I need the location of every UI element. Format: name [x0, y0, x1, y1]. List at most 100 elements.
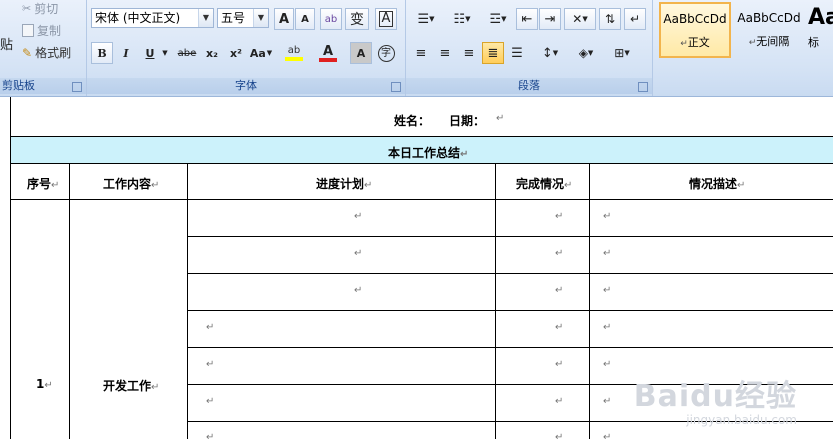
name-label: 姓名： [394, 114, 431, 128]
character-border-button[interactable]: A [375, 8, 397, 30]
cell-mark[interactable]: ↵ [555, 359, 563, 370]
decrease-indent-button[interactable]: ⇤ [516, 8, 538, 30]
cell-mark[interactable]: ↵ [206, 322, 214, 333]
align-right-icon: ≡ [463, 45, 475, 61]
line-spacing-icon: ↕ [541, 45, 553, 61]
chevron-down-icon[interactable]: ▼ [198, 9, 213, 27]
cell-mark[interactable]: ↵ [206, 396, 214, 407]
grow-font-button[interactable]: A [274, 8, 294, 30]
format-painter-label: 格式刷 [35, 46, 72, 60]
baidu-watermark: Baidu经验 jingyan.baidu.com [634, 371, 797, 427]
font-group: 宋体 (中文正文) ▼ 五号 ▼ A A ab 变 A B I U ▼ abe … [87, 0, 406, 96]
cell-mark[interactable]: ↵ [555, 322, 563, 333]
cell-mark[interactable]: ↵ [603, 432, 611, 439]
header-description: 情况描述↵ [689, 177, 746, 191]
document-page[interactable]: 姓名： 日期： ↵ 本日工作总结↵ 序号↵ 工作内容↵ 进度计划↵ 完成情况↵ … [0, 97, 833, 439]
paste-button[interactable]: 贴 [0, 34, 13, 53]
cell-mark[interactable]: ↵ [354, 248, 362, 259]
style-sample: AaBbCcDd [737, 11, 801, 25]
underline-button[interactable]: U [139, 42, 161, 64]
sort-icon: ⇅ [604, 12, 616, 26]
format-painter-button[interactable]: ✎ 格式刷 [22, 44, 71, 61]
table-border [187, 236, 833, 237]
shrink-font-button[interactable]: A [295, 8, 315, 30]
table-border [69, 163, 70, 439]
character-shading-button[interactable]: A [350, 42, 372, 64]
paragraph-dialog-launcher[interactable] [638, 82, 648, 92]
enclose-characters-button[interactable]: 字 [375, 42, 397, 64]
cell-mark[interactable]: ↵ [206, 359, 214, 370]
font-size-combo[interactable]: 五号 ▼ [217, 8, 269, 28]
shading-button[interactable]: ◈ ▼ [570, 42, 602, 64]
font-color-button[interactable]: A [313, 42, 343, 64]
style-name: ↵正文 [680, 36, 710, 49]
style-normal[interactable]: AaBbCcDd ↵正文 [659, 2, 731, 58]
table-border [10, 163, 833, 164]
chinese-layout-button[interactable]: ✕ ▼ [564, 8, 596, 30]
bold-button[interactable]: B [91, 42, 113, 64]
show-marks-button[interactable]: ↵ [624, 8, 646, 30]
cell-mark[interactable]: ↵ [603, 359, 611, 370]
copy-label: 复制 [37, 24, 62, 38]
multilevel-list-button[interactable]: ☲ ▼ [482, 8, 514, 30]
cell-mark[interactable]: ↵ [555, 285, 563, 296]
numbering-button[interactable]: ☷ ▼ [446, 8, 478, 30]
superscript-button[interactable]: x² [225, 42, 247, 64]
paint-bucket-icon: ◈ [578, 46, 588, 60]
borders-button[interactable]: ⊞ ▼ [606, 42, 638, 64]
cut-button[interactable]: ✂ 剪切 [22, 0, 58, 17]
sort-button[interactable]: ⇅ [599, 8, 621, 30]
cell-mark[interactable]: ↵ [603, 248, 611, 259]
bullets-button[interactable]: ☰ ▼ [410, 8, 442, 30]
pilcrow-icon: ↵ [629, 12, 641, 26]
watermark-url: jingyan.baidu.com [686, 413, 797, 427]
align-center-icon: ≡ [439, 45, 451, 61]
style-name: 标 [808, 36, 819, 49]
font-dialog-launcher[interactable] [391, 82, 401, 92]
table-border [10, 199, 833, 200]
underline-dropdown[interactable]: ▼ [160, 42, 170, 64]
cell-mark[interactable]: ↵ [555, 396, 563, 407]
cell-mark[interactable]: ↵ [354, 285, 362, 296]
ribbon: 贴 ✂ 剪切 复制 ✎ 格式刷 剪贴板 宋体 (中文正文) ▼ 五号 ▼ A A… [0, 0, 833, 97]
font-name-combo[interactable]: 宋体 (中文正文) ▼ [91, 8, 214, 28]
cell-mark[interactable]: ↵ [555, 211, 563, 222]
cell-mark[interactable]: ↵ [603, 285, 611, 296]
justify-button[interactable]: ≣ [482, 42, 504, 64]
line-spacing-button[interactable]: ↕ ▼ [534, 42, 566, 64]
cell-mark[interactable]: ↵ [206, 432, 214, 439]
cell-mark[interactable]: ↵ [603, 211, 611, 222]
font-color-bar [319, 57, 337, 62]
style-no-spacing[interactable]: AaBbCcDd ↵无间隔 [733, 2, 805, 58]
header-progress-plan: 进度计划↵ [316, 177, 373, 191]
strikethrough-button[interactable]: abe [174, 42, 200, 64]
distributed-button[interactable]: ☰ [506, 42, 528, 64]
font-size-value: 五号 [221, 11, 246, 25]
paragraph-mark: ↵ [496, 113, 505, 124]
clear-format-button[interactable]: ab [320, 8, 342, 30]
style-heading[interactable]: Aa 标 [807, 2, 833, 58]
cell-mark[interactable]: ↵ [354, 211, 362, 222]
cell-mark[interactable]: ↵ [603, 322, 611, 333]
row-number[interactable]: 1↵ [36, 377, 53, 391]
italic-button[interactable]: I [115, 42, 137, 64]
date-label: 日期： [449, 114, 486, 128]
copy-button[interactable]: 复制 [22, 22, 61, 39]
chevron-down-icon[interactable]: ▼ [253, 9, 268, 27]
change-case-button[interactable]: Aa ▼ [247, 42, 275, 64]
subscript-button[interactable]: x₂ [201, 42, 223, 64]
work-content-cell[interactable]: 开发工作↵ [103, 377, 159, 394]
highlight-button[interactable]: ab [279, 42, 309, 64]
chevron-down-icon: ▼ [429, 15, 435, 23]
align-right-button[interactable]: ≡ [458, 42, 480, 64]
clipboard-dialog-launcher[interactable] [72, 82, 82, 92]
align-center-button[interactable]: ≡ [434, 42, 456, 64]
align-left-button[interactable]: ≡ [410, 42, 432, 64]
watermark-main: Baidu经验 [633, 379, 797, 414]
chevron-down-icon: ▼ [582, 15, 588, 23]
cell-mark[interactable]: ↵ [603, 396, 611, 407]
increase-indent-button[interactable]: ⇥ [539, 8, 561, 30]
phonetic-guide-button[interactable]: 变 [345, 8, 369, 30]
cell-mark[interactable]: ↵ [555, 432, 563, 439]
cell-mark[interactable]: ↵ [555, 248, 563, 259]
